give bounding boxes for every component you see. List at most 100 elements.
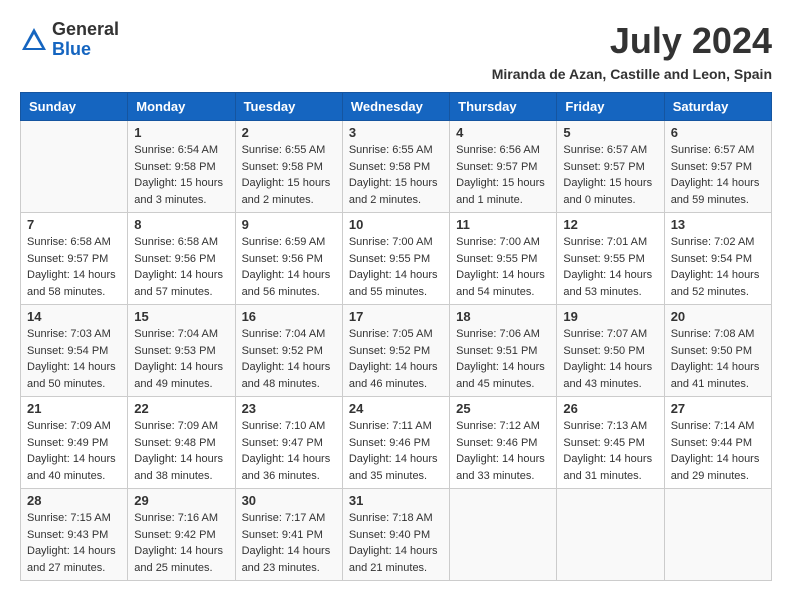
day-info: Sunrise: 7:04 AMSunset: 9:53 PMDaylight:… [134,326,228,392]
calendar-week-row: 7 Sunrise: 6:58 AMSunset: 9:57 PMDaylight… [21,213,772,305]
day-number: 29 [134,493,228,508]
day-number: 1 [134,125,228,140]
day-info: Sunrise: 7:17 AMSunset: 9:41 PMDaylight:… [242,510,336,576]
day-info: Sunrise: 7:00 AMSunset: 9:55 PMDaylight:… [349,234,443,300]
calendar-cell: 3 Sunrise: 6:55 AMSunset: 9:58 PMDaylight… [342,121,449,213]
calendar-cell [664,489,771,581]
day-info: Sunrise: 7:07 AMSunset: 9:50 PMDaylight:… [563,326,657,392]
calendar-cell: 26 Sunrise: 7:13 AMSunset: 9:45 PMDayligh… [557,397,664,489]
month-title: July 2024 [610,20,772,62]
day-number: 28 [27,493,121,508]
day-number: 16 [242,309,336,324]
day-number: 24 [349,401,443,416]
day-number: 10 [349,217,443,232]
calendar-cell [557,489,664,581]
calendar-cell: 23Sunrise: 7:10 AMSunset: 9:47 PMDayligh… [235,397,342,489]
day-number: 30 [242,493,336,508]
day-info: Sunrise: 7:09 AMSunset: 9:49 PMDaylight:… [27,418,121,484]
logo-text: General Blue [52,20,119,60]
calendar-cell: 20Sunrise: 7:08 AMSunset: 9:50 PMDayligh… [664,305,771,397]
calendar-cell: 31 Sunrise: 7:18 AMSunset: 9:40 PMDayligh… [342,489,449,581]
calendar-table: SundayMondayTuesdayWednesdayThursdayFrid… [20,92,772,581]
calendar-cell: 11Sunrise: 7:00 AMSunset: 9:55 PMDayligh… [450,213,557,305]
day-info: Sunrise: 7:11 AMSunset: 9:46 PMDaylight:… [349,418,443,484]
day-info: Sunrise: 7:13 AMSunset: 9:45 PMDaylight:… [563,418,657,484]
day-info: Sunrise: 6:58 AMSunset: 9:57 PMDaylight:… [27,234,121,300]
day-number: 17 [349,309,443,324]
weekday-header-tuesday: Tuesday [235,93,342,121]
calendar-cell: 19 Sunrise: 7:07 AMSunset: 9:50 PMDayligh… [557,305,664,397]
weekday-header-friday: Friday [557,93,664,121]
day-number: 9 [242,217,336,232]
calendar-cell [21,121,128,213]
day-number: 6 [671,125,765,140]
calendar-cell: 7 Sunrise: 6:58 AMSunset: 9:57 PMDaylight… [21,213,128,305]
calendar-cell: 10 Sunrise: 7:00 AMSunset: 9:55 PMDayligh… [342,213,449,305]
weekday-header-row: SundayMondayTuesdayWednesdayThursdayFrid… [21,93,772,121]
day-number: 19 [563,309,657,324]
day-number: 22 [134,401,228,416]
page-header: General Blue July 2024 [20,20,772,62]
logo-general-text: General [52,20,119,40]
day-number: 15 [134,309,228,324]
weekday-header-saturday: Saturday [664,93,771,121]
day-number: 7 [27,217,121,232]
day-info: Sunrise: 7:01 AMSunset: 9:55 PMDaylight:… [563,234,657,300]
day-number: 5 [563,125,657,140]
day-info: Sunrise: 7:04 AMSunset: 9:52 PMDaylight:… [242,326,336,392]
day-number: 2 [242,125,336,140]
day-info: Sunrise: 6:58 AMSunset: 9:56 PMDaylight:… [134,234,228,300]
day-info: Sunrise: 7:10 AMSunset: 9:47 PMDaylight:… [242,418,336,484]
day-info: Sunrise: 7:16 AMSunset: 9:42 PMDaylight:… [134,510,228,576]
day-info: Sunrise: 7:06 AMSunset: 9:51 PMDaylight:… [456,326,550,392]
day-number: 12 [563,217,657,232]
day-info: Sunrise: 7:08 AMSunset: 9:50 PMDaylight:… [671,326,765,392]
calendar-cell: 15 Sunrise: 7:04 AMSunset: 9:53 PMDayligh… [128,305,235,397]
day-number: 11 [456,217,550,232]
day-number: 25 [456,401,550,416]
calendar-cell: 12 Sunrise: 7:01 AMSunset: 9:55 PMDayligh… [557,213,664,305]
calendar-cell: 4Sunrise: 6:56 AMSunset: 9:57 PMDaylight… [450,121,557,213]
weekday-header-sunday: Sunday [21,93,128,121]
weekday-header-thursday: Thursday [450,93,557,121]
calendar-week-row: 21Sunrise: 7:09 AMSunset: 9:49 PMDayligh… [21,397,772,489]
logo-icon [20,26,48,54]
day-info: Sunrise: 7:15 AMSunset: 9:43 PMDaylight:… [27,510,121,576]
calendar-cell: 5 Sunrise: 6:57 AMSunset: 9:57 PMDaylight… [557,121,664,213]
calendar-cell: 8Sunrise: 6:58 AMSunset: 9:56 PMDaylight… [128,213,235,305]
calendar-cell [450,489,557,581]
day-info: Sunrise: 6:55 AMSunset: 9:58 PMDaylight:… [349,142,443,208]
calendar-cell: 13Sunrise: 7:02 AMSunset: 9:54 PMDayligh… [664,213,771,305]
calendar-week-row: 1Sunrise: 6:54 AMSunset: 9:58 PMDaylight… [21,121,772,213]
calendar-cell: 9 Sunrise: 6:59 AMSunset: 9:56 PMDaylight… [235,213,342,305]
day-number: 26 [563,401,657,416]
day-number: 18 [456,309,550,324]
calendar-cell: 29 Sunrise: 7:16 AMSunset: 9:42 PMDayligh… [128,489,235,581]
day-number: 3 [349,125,443,140]
day-info: Sunrise: 7:14 AMSunset: 9:44 PMDaylight:… [671,418,765,484]
day-info: Sunrise: 7:09 AMSunset: 9:48 PMDaylight:… [134,418,228,484]
calendar-cell: 25Sunrise: 7:12 AMSunset: 9:46 PMDayligh… [450,397,557,489]
day-info: Sunrise: 6:55 AMSunset: 9:58 PMDaylight:… [242,142,336,208]
calendar-cell: 21Sunrise: 7:09 AMSunset: 9:49 PMDayligh… [21,397,128,489]
day-info: Sunrise: 6:59 AMSunset: 9:56 PMDaylight:… [242,234,336,300]
calendar-cell: 30 Sunrise: 7:17 AMSunset: 9:41 PMDayligh… [235,489,342,581]
day-number: 13 [671,217,765,232]
logo: General Blue [20,20,119,60]
calendar-cell: 27 Sunrise: 7:14 AMSunset: 9:44 PMDayligh… [664,397,771,489]
calendar-cell: 28 Sunrise: 7:15 AMSunset: 9:43 PMDayligh… [21,489,128,581]
day-info: Sunrise: 6:57 AMSunset: 9:57 PMDaylight:… [563,142,657,208]
day-number: 31 [349,493,443,508]
weekday-header-monday: Monday [128,93,235,121]
calendar-week-row: 28 Sunrise: 7:15 AMSunset: 9:43 PMDayligh… [21,489,772,581]
calendar-week-row: 14Sunrise: 7:03 AMSunset: 9:54 PMDayligh… [21,305,772,397]
calendar-cell: 18 Sunrise: 7:06 AMSunset: 9:51 PMDayligh… [450,305,557,397]
calendar-cell: 2 Sunrise: 6:55 AMSunset: 9:58 PMDaylight… [235,121,342,213]
calendar-cell: 1Sunrise: 6:54 AMSunset: 9:58 PMDaylight… [128,121,235,213]
calendar-cell: 17 Sunrise: 7:05 AMSunset: 9:52 PMDayligh… [342,305,449,397]
day-info: Sunrise: 6:56 AMSunset: 9:57 PMDaylight:… [456,142,550,208]
day-info: Sunrise: 7:05 AMSunset: 9:52 PMDaylight:… [349,326,443,392]
day-number: 27 [671,401,765,416]
day-info: Sunrise: 7:18 AMSunset: 9:40 PMDaylight:… [349,510,443,576]
weekday-header-wednesday: Wednesday [342,93,449,121]
